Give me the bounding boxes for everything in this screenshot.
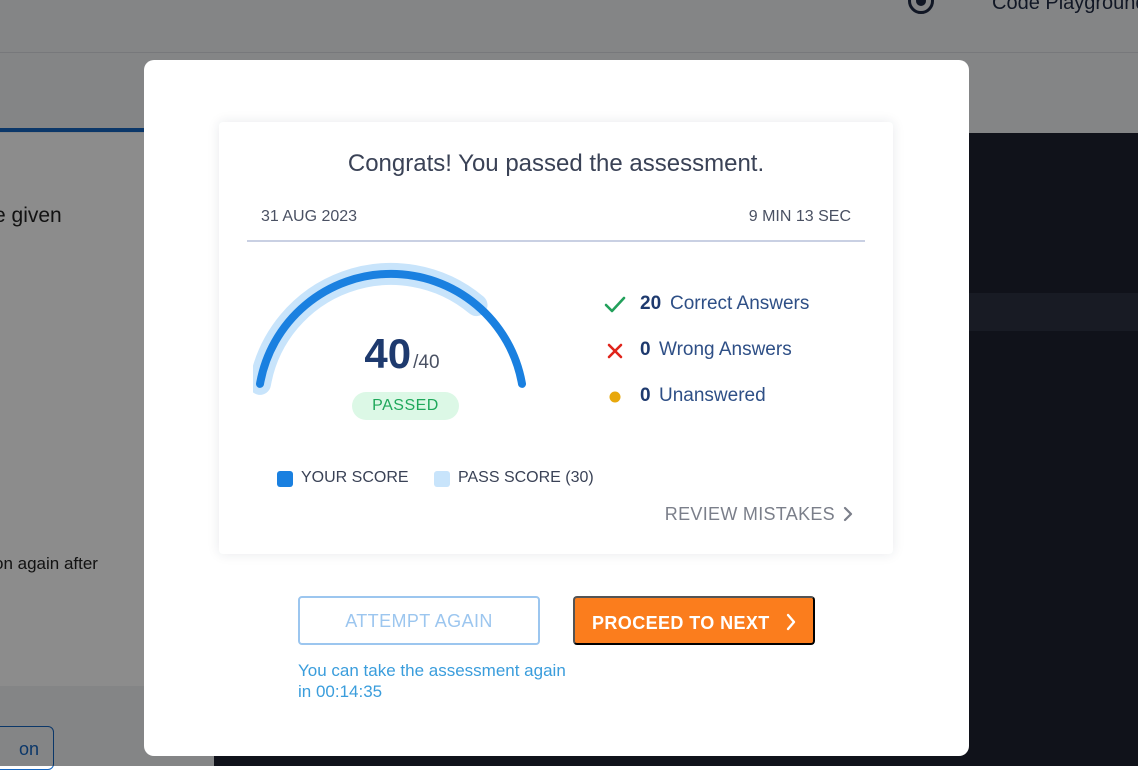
status-badge: PASSED xyxy=(352,392,459,420)
score-value: 40 xyxy=(364,330,412,377)
review-mistakes-label: REVIEW MISTAKES xyxy=(664,504,835,524)
stat-unanswered: 0 Unanswered xyxy=(603,382,863,412)
stat-label: Correct Answers xyxy=(670,293,810,314)
retake-countdown-note: You can take the assessment again in 00:… xyxy=(298,661,566,701)
stat-correct: 20 Correct Answers xyxy=(603,290,863,320)
proceed-to-next-label: PROCEED TO NEXT xyxy=(592,613,770,633)
proceed-to-next-button[interactable]: PROCEED TO NEXT xyxy=(573,596,815,645)
attempt-again-button[interactable]: ATTEMPT AGAIN xyxy=(298,596,540,645)
score-display: 40/40 xyxy=(327,330,477,378)
chevron-right-icon xyxy=(843,506,853,522)
result-modal: Congrats! You passed the assessment. 31 … xyxy=(144,60,969,756)
result-card: Congrats! You passed the assessment. 31 … xyxy=(219,122,893,554)
score-total: /40 xyxy=(413,352,440,373)
chevron-right-icon xyxy=(786,613,796,631)
review-mistakes-link[interactable]: REVIEW MISTAKES xyxy=(665,504,853,525)
stat-count: 0 xyxy=(640,339,651,360)
result-title: Congrats! You passed the assessment. xyxy=(347,150,765,177)
stat-wrong: 0 Wrong Answers xyxy=(603,336,863,366)
legend-label: PASS SCORE (30) xyxy=(458,469,594,486)
stat-label: Unanswered xyxy=(659,385,766,406)
legend-swatch xyxy=(277,471,293,487)
legend-swatch xyxy=(434,471,450,487)
assessment-duration: 9 MIN 13 SEC xyxy=(748,208,851,225)
stat-count: 0 xyxy=(640,385,651,406)
check-icon xyxy=(604,296,626,313)
stat-label: Wrong Answers xyxy=(659,339,792,360)
assessment-date: 31 AUG 2023 xyxy=(261,208,358,225)
stat-count: 20 xyxy=(640,293,662,314)
divider xyxy=(247,240,865,242)
cross-icon xyxy=(607,343,623,359)
dot-icon xyxy=(609,391,621,403)
legend-label: YOUR SCORE xyxy=(301,469,409,486)
